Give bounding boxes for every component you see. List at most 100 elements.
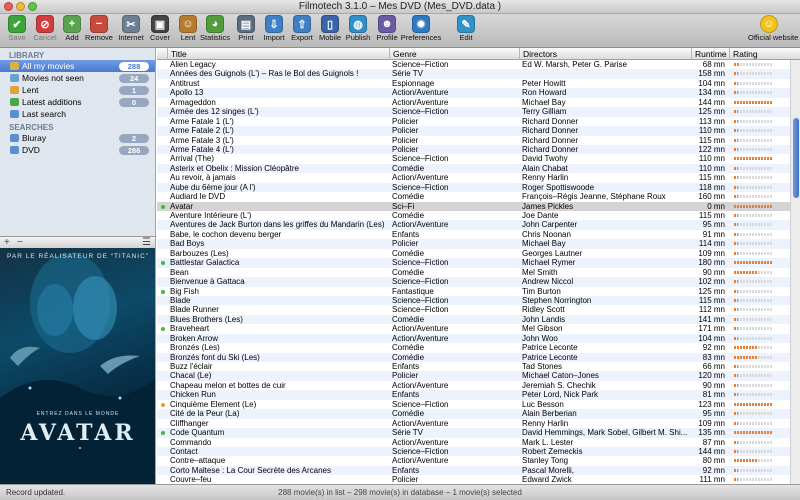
table-row[interactable]: Arme Fatale 1 (L') Policier Richard Donner… xyxy=(157,117,800,126)
rating-bar[interactable] xyxy=(734,365,772,368)
sidebar-item-dvd[interactable]: DVD 286 xyxy=(0,144,155,156)
table-row[interactable]: Couvre–feu Policier Edward Zwick 111 mn xyxy=(157,475,800,484)
sidebar-item-bluray[interactable]: Bluray 2 xyxy=(0,132,155,144)
table-row[interactable]: Avatar Sci–Fi James Pickles 0 mn xyxy=(157,201,800,211)
rating-bar[interactable] xyxy=(734,185,772,189)
table-row[interactable]: Chapeau melon et bottes de cuir Action/Av… xyxy=(157,381,800,390)
rating-bar[interactable] xyxy=(734,421,772,425)
table-row[interactable]: Asterix et Obelix : Mission Cléopâtre Com… xyxy=(157,163,800,174)
rating-bar[interactable] xyxy=(734,261,772,265)
profile-button[interactable]: ☻ Profile xyxy=(372,15,402,43)
table-row[interactable]: Babe, le cochon devenu berger Enfants Chri… xyxy=(157,230,800,239)
rating-bar[interactable] xyxy=(734,110,772,114)
table-row[interactable]: Années des Guignols (L') – Ras le Bol de… xyxy=(157,69,800,79)
rating-bar[interactable] xyxy=(734,336,772,340)
table-row[interactable]: Arme Fatale 3 (L') Policier Richard Donner… xyxy=(157,136,800,145)
table-row[interactable]: Bronzés font du Ski (Les) Comédie Patrice … xyxy=(157,352,800,362)
table-row[interactable]: Bad Boys Policier Michael Bay 114 mn xyxy=(157,239,800,249)
rating-bar[interactable] xyxy=(734,242,772,246)
rating-bar[interactable] xyxy=(734,63,772,66)
rating-bar[interactable] xyxy=(734,317,772,321)
column-header-directors[interactable]: Directors xyxy=(519,48,691,60)
scrollbar-thumb[interactable] xyxy=(793,118,799,198)
rating-bar[interactable] xyxy=(734,412,772,416)
table-row[interactable]: Aventures de Jack Burton dans les griffe… xyxy=(157,220,800,230)
add-list-button[interactable]: + xyxy=(4,237,10,248)
zoom-window-button[interactable] xyxy=(28,2,37,11)
rating-bar[interactable] xyxy=(734,449,772,453)
table-row[interactable]: Cinquième Element (Le) Science–Fiction Luc… xyxy=(157,400,800,409)
rating-bar[interactable] xyxy=(734,119,772,123)
list-scrollbar[interactable] xyxy=(790,60,800,484)
rating-bar[interactable] xyxy=(734,147,772,151)
sidebar-item-all-my-movies[interactable]: All my movies 288 xyxy=(0,60,155,72)
table-row[interactable]: Commando Action/Aventure Mark L. Lester 87 … xyxy=(157,438,800,447)
table-row[interactable]: Alien Legacy Science–Fiction Ed W. Marsh, … xyxy=(157,60,800,69)
rating-bar[interactable] xyxy=(734,393,772,397)
rating-bar[interactable] xyxy=(734,374,772,378)
sidebar-item-last-search[interactable]: Last search xyxy=(0,108,155,120)
column-header-title[interactable]: Title xyxy=(167,48,389,60)
edit-button[interactable]: ✎ Edit xyxy=(451,15,481,43)
table-row[interactable]: Battlestar Galactica Science–Fiction Micha… xyxy=(157,258,800,268)
minimize-window-button[interactable] xyxy=(16,2,25,11)
rating-bar[interactable] xyxy=(734,308,772,312)
sidebar-menu-button[interactable]: ☰ xyxy=(142,237,151,248)
column-header-runtime[interactable]: Runtime xyxy=(691,48,729,60)
rating-bar[interactable] xyxy=(734,204,772,208)
table-row[interactable]: Armageddon Action/Aventure Michael Bay 144 … xyxy=(157,98,800,107)
sidebar-item-movies-not-seen[interactable]: Movies not seen 24 xyxy=(0,72,155,84)
table-row[interactable]: Cliffhanger Action/Aventure Renny Harlin 10… xyxy=(157,419,800,428)
table-row[interactable]: Braveheart Action/Aventure Mel Gibson 171 m… xyxy=(157,324,800,333)
table-row[interactable]: Blade Science–Fiction Stephen Norrington 11… xyxy=(157,295,800,306)
rating-bar[interactable] xyxy=(734,468,772,472)
rating-bar[interactable] xyxy=(734,214,772,217)
table-row[interactable]: Audiard le DVD Comédie François–Régis Jean… xyxy=(157,192,800,201)
sidebar-item-latest-additions[interactable]: Latest additions 0 xyxy=(0,96,155,108)
rating-bar[interactable] xyxy=(734,157,772,161)
column-header-genre[interactable]: Genre xyxy=(389,48,519,60)
table-row[interactable]: Au revoir, à jamais Action/Aventure Renny … xyxy=(157,173,800,182)
preferences-button[interactable]: ✹ Preferences xyxy=(401,15,441,43)
table-row[interactable]: Contre–attaque Action/Aventure Stanley Ton… xyxy=(157,456,800,465)
rating-bar[interactable] xyxy=(734,402,772,406)
table-row[interactable]: Barbouzes (Les) Comédie Georges Lautner 109… xyxy=(157,249,800,258)
rating-bar[interactable] xyxy=(734,232,772,236)
rating-bar[interactable] xyxy=(734,298,772,302)
table-row[interactable]: Armée des 12 singes (L') Science–Fiction T… xyxy=(157,107,800,117)
rating-bar[interactable] xyxy=(734,440,772,444)
rating-bar[interactable] xyxy=(734,327,772,331)
table-row[interactable]: Contact Science–Fiction Robert Zemeckis 144… xyxy=(157,446,800,457)
rating-bar[interactable] xyxy=(734,81,772,85)
rating-bar[interactable] xyxy=(734,355,772,359)
sidebar-item-lent[interactable]: Lent 1 xyxy=(0,84,155,96)
table-row[interactable]: Big Fish Fantastique Tim Burton 125 mn xyxy=(157,287,800,296)
table-row[interactable]: Blade Runner Science–Fiction Ridley Scott 1… xyxy=(157,305,800,314)
table-row[interactable]: Corto Maltese : La Cour Secrète des Arca… xyxy=(157,465,800,476)
remove-list-button[interactable]: − xyxy=(17,237,23,248)
rating-bar[interactable] xyxy=(734,91,772,95)
table-row[interactable]: Chacal (Le) Policier Michael Caton–Jones 12… xyxy=(157,371,800,381)
table-row[interactable]: Arrival (The) Science–Fiction David Twohy 1… xyxy=(157,154,800,163)
table-row[interactable]: Buzz l'éclair Enfants Tad Stones 66 mn xyxy=(157,362,800,371)
rating-bar[interactable] xyxy=(734,289,772,293)
table-row[interactable]: Bean Comédie Mel Smith 90 mn xyxy=(157,268,800,277)
table-row[interactable]: Bienvenue à Gattaca Science–Fiction Andrew… xyxy=(157,277,800,287)
table-row[interactable]: Arme Fatale 4 (L') Policier Richard Donner… xyxy=(157,144,800,155)
table-row[interactable]: Broken Arrow Action/Aventure John Woo 104 m… xyxy=(157,333,800,344)
rating-bar[interactable] xyxy=(734,280,772,284)
rating-bar[interactable] xyxy=(734,176,772,180)
table-row[interactable]: Arme Fatale 2 (L') Policier Richard Donner… xyxy=(157,126,800,136)
table-row[interactable]: Apollo 13 Action/Aventure Ron Howard 134 mn xyxy=(157,88,800,98)
rating-bar[interactable] xyxy=(734,129,772,133)
table-row[interactable]: Aube du 6ème jour (A l') Science–Fiction R… xyxy=(157,182,800,193)
rating-bar[interactable] xyxy=(734,431,772,435)
table-row[interactable]: Cité de la Peur (La) Comédie Alain Berberi… xyxy=(157,409,800,419)
rating-bar[interactable] xyxy=(734,270,772,274)
rating-bar[interactable] xyxy=(734,383,772,387)
rating-bar[interactable] xyxy=(734,346,772,350)
rating-bar[interactable] xyxy=(734,72,772,76)
table-row[interactable]: Bronzés (Les) Comédie Patrice Leconte 92 mn xyxy=(157,343,800,352)
table-row[interactable]: Chicken Run Enfants Peter Lord, Nick Park 8… xyxy=(157,390,800,400)
official-website-button[interactable]: ☺ Official website xyxy=(748,15,798,43)
